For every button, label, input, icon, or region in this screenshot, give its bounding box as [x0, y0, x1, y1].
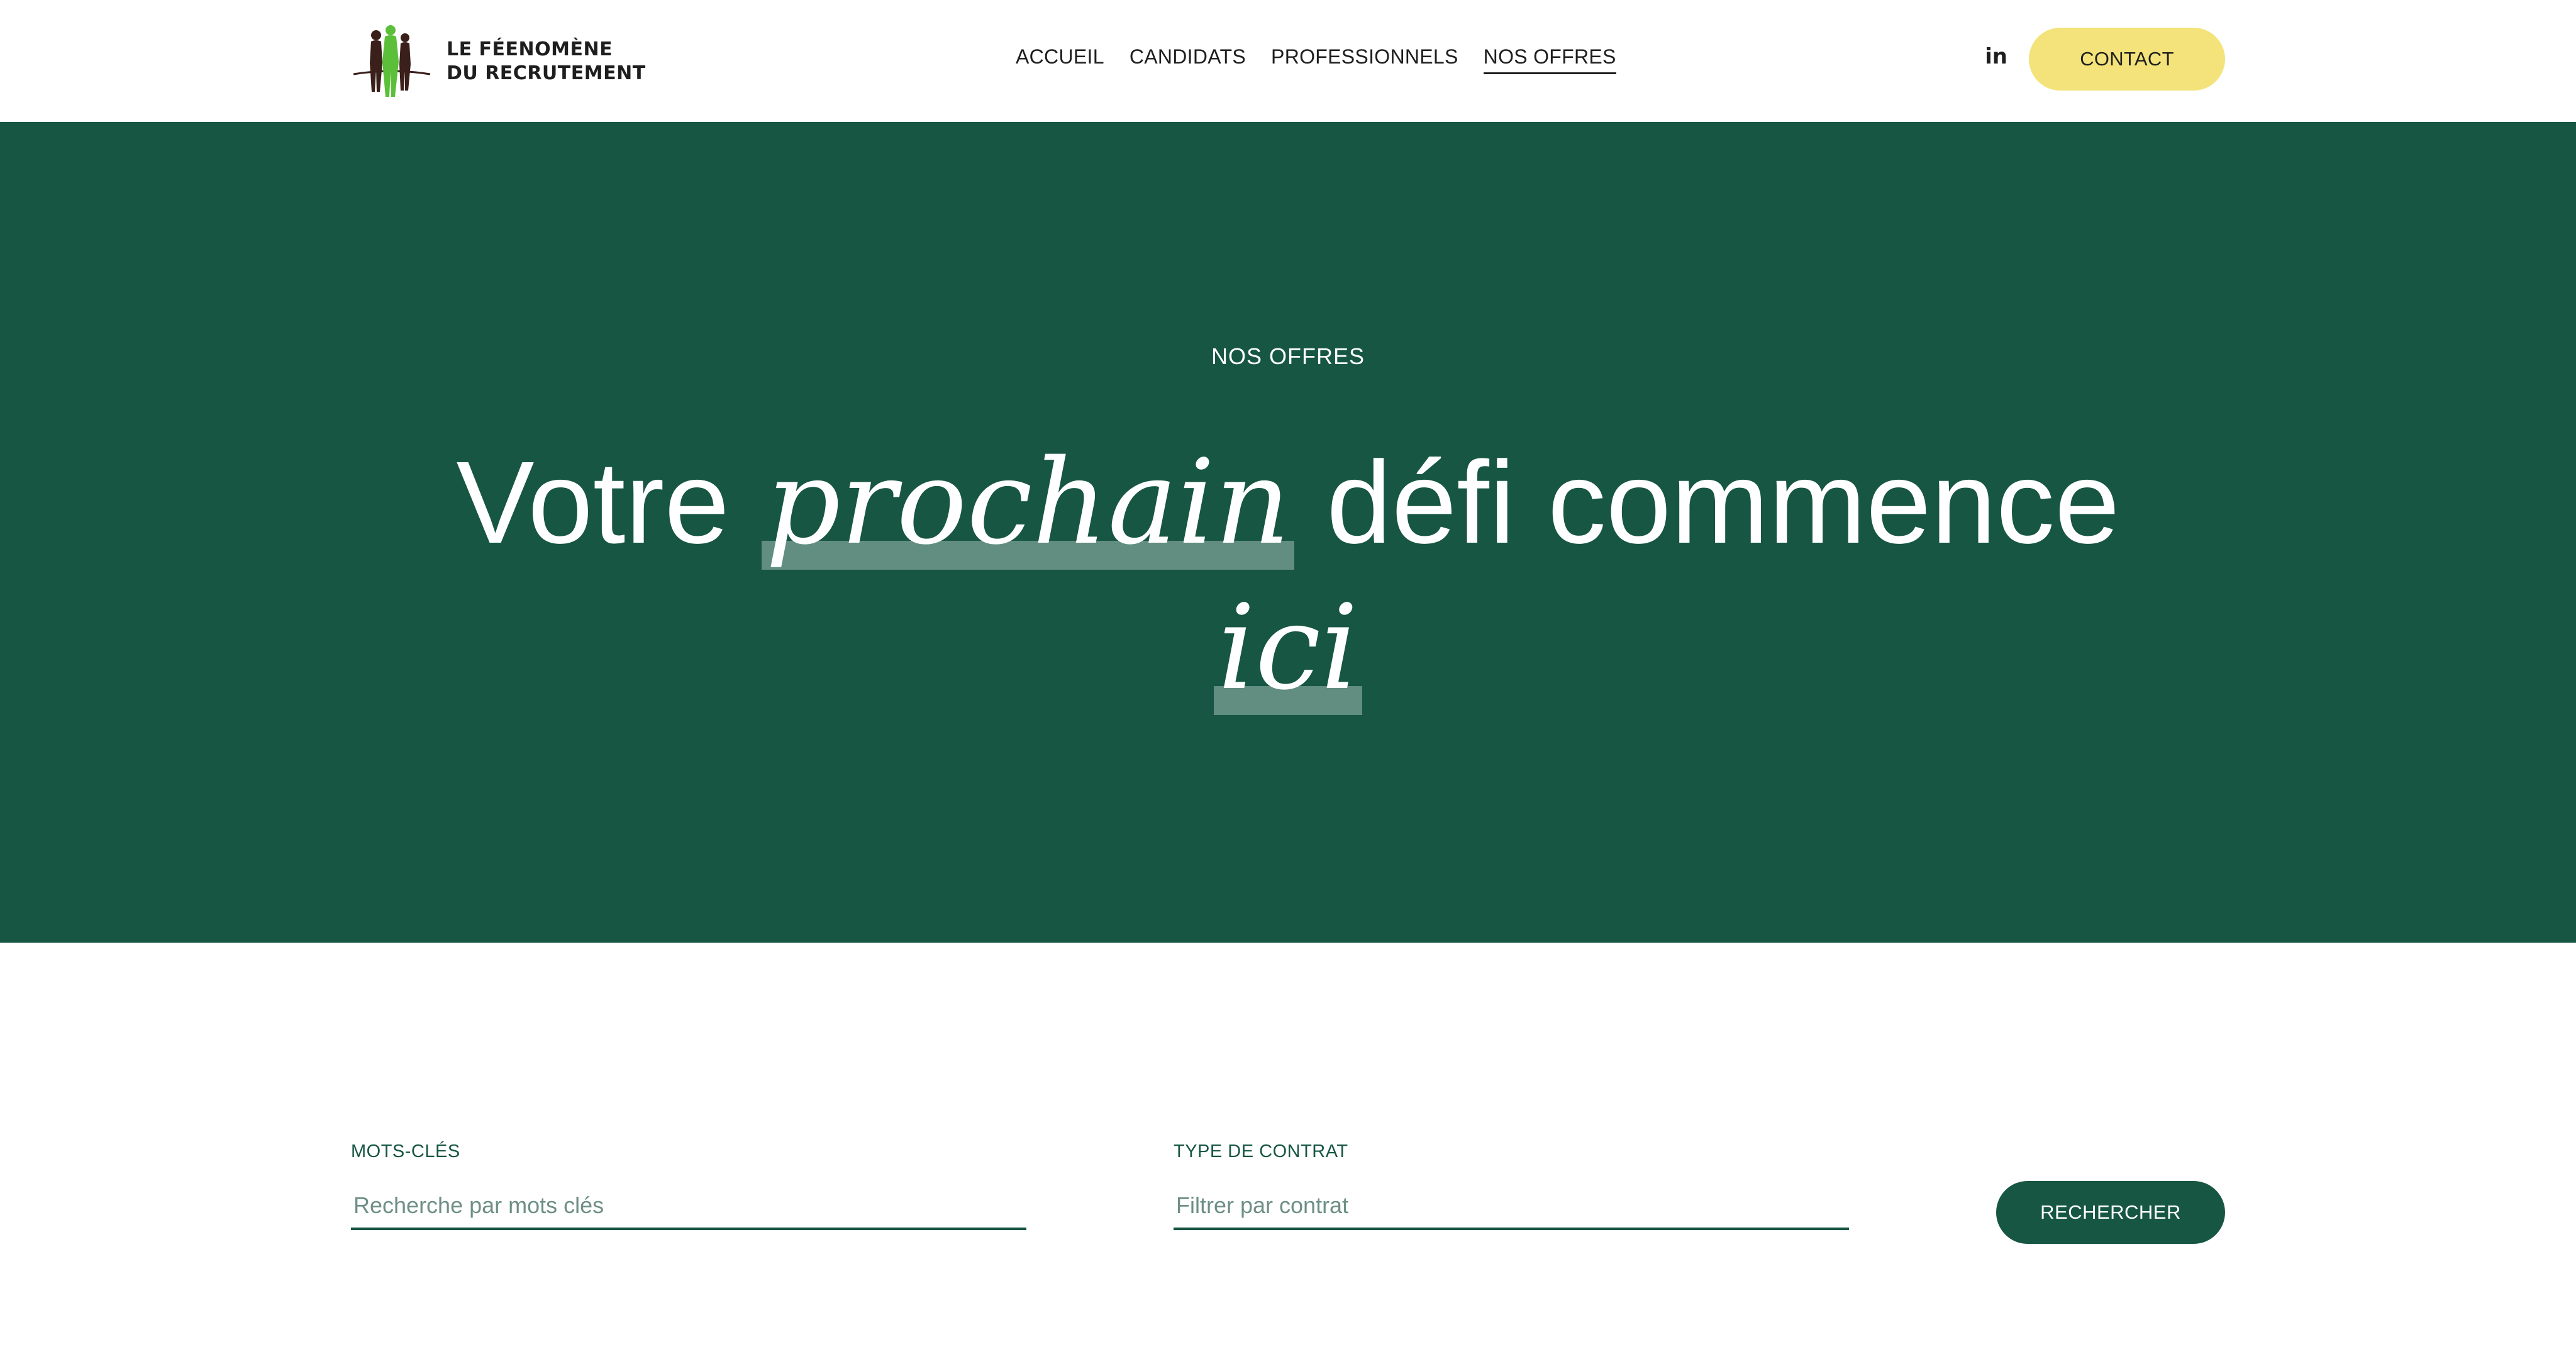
main-nav: ACCUEIL CANDIDATS PROFESSIONNELS NOS OFF… — [1016, 45, 1616, 74]
hero-title-part-1: Votre — [456, 438, 730, 568]
hero-title-highlight-2: ici — [1214, 575, 1362, 720]
logo-line-1: LE FÉENOMÈNE — [447, 38, 613, 60]
search-button[interactable]: RECHERCHER — [1996, 1181, 2225, 1244]
nav-item-nos-offres[interactable]: NOS OFFRES — [1483, 45, 1616, 74]
hero-title-part-2: défi commence — [1326, 438, 2120, 568]
hero-title-highlight-1: prochain — [762, 430, 1294, 575]
hero-banner: NOS OFFRES Votre prochain défi commence … — [0, 122, 2576, 943]
logo-line-2: DU RECRUTEMENT — [447, 62, 646, 84]
hero-title-line-1: Votre prochain défi commence — [0, 430, 2576, 575]
nav-item-professionnels[interactable]: PROFESSIONNELS — [1271, 45, 1458, 74]
site-header: LE FÉENOMÈNE DU RECRUTEMENT ACCUEIL CAND… — [0, 0, 2576, 122]
contract-field: TYPE DE CONTRAT — [1174, 1141, 1849, 1230]
logo-text: LE FÉENOMÈNE DU RECRUTEMENT — [447, 38, 646, 86]
hero-title: Votre prochain défi commence ici — [0, 430, 2576, 721]
job-search-form: MOTS-CLÉS TYPE DE CONTRAT RECHERCHER — [0, 943, 2576, 1347]
nav-item-candidats[interactable]: CANDIDATS — [1130, 45, 1246, 74]
keywords-field: MOTS-CLÉS — [351, 1141, 1026, 1230]
hero-title-line-2: ici — [0, 575, 2576, 721]
hero-eyebrow: NOS OFFRES — [1211, 343, 1365, 369]
keywords-label: MOTS-CLÉS — [351, 1141, 460, 1161]
contract-filter-input[interactable] — [1174, 1192, 1849, 1230]
brand-logo[interactable]: LE FÉENOMÈNE DU RECRUTEMENT — [351, 24, 646, 99]
logo-figures-icon — [353, 25, 431, 97]
nav-item-accueil[interactable]: ACCUEIL — [1016, 45, 1104, 74]
contract-label: TYPE DE CONTRAT — [1174, 1141, 1348, 1161]
contact-button[interactable]: CONTACT — [2029, 28, 2225, 91]
linkedin-icon[interactable]: in — [1984, 44, 2009, 69]
keywords-input[interactable] — [351, 1192, 1026, 1230]
